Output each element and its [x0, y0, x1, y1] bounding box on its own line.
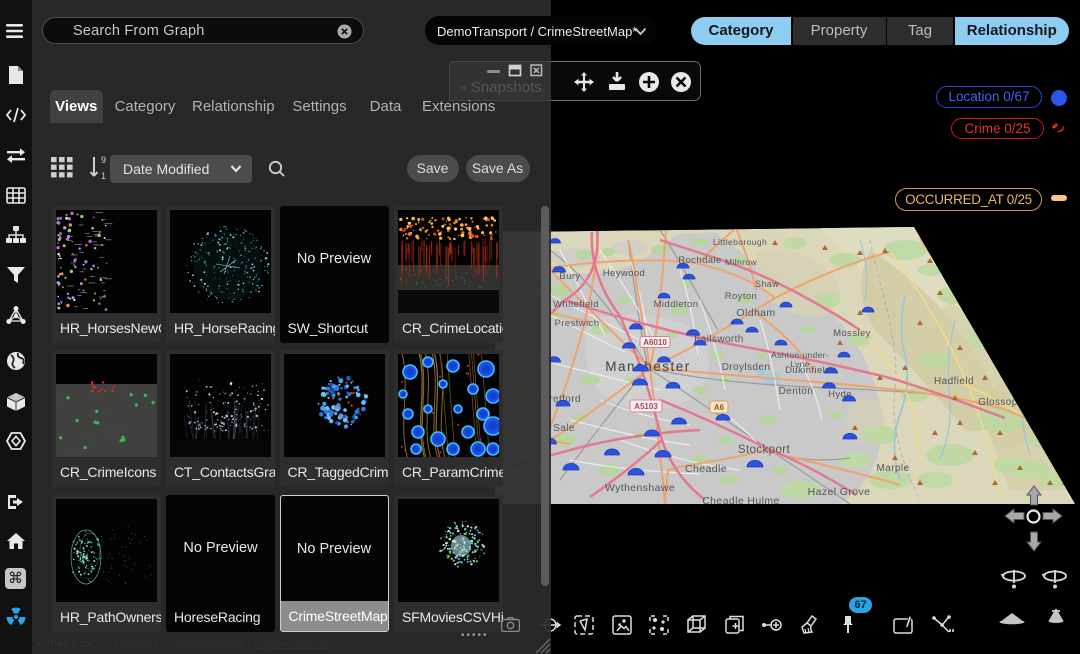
- svg-text:1: 1: [101, 171, 106, 181]
- svg-text:9: 9: [101, 155, 106, 165]
